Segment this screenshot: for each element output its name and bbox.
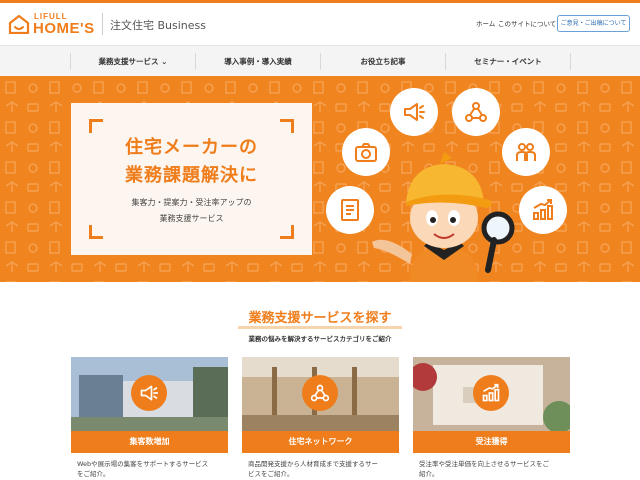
section-title: 業務支援サービスを探す (248, 311, 392, 326)
card-icon-circle (131, 375, 167, 411)
card-label: 受注獲得 (413, 431, 570, 453)
site-header: LIFULL HOME'S 注文住宅 Business ホーム このサイトについ… (0, 3, 640, 45)
growth-chart-icon (482, 383, 500, 402)
megaphone-icon (140, 385, 159, 401)
nav-item-articles[interactable]: お役立ち記事 (321, 46, 445, 77)
section-subtitle: 業務の悩みを解決するサービスカテゴリをご紹介 (248, 335, 392, 343)
card-photo (413, 357, 570, 431)
card-description-line: Webや展示場の集客をサポートするサービス (77, 460, 209, 468)
card-description-line: をご紹介。 (77, 470, 110, 478)
logo-divider (102, 13, 103, 35)
site-logo[interactable]: LIFULL HOME'S (8, 12, 96, 38)
card-description-line: 紹介。 (419, 470, 439, 478)
card-label: 集客数増加 (71, 431, 228, 453)
service-card-order-acquisition[interactable]: 受注獲得 受注率や受注単価を向上させるサービスをご 紹介。 (413, 357, 570, 480)
nav-item-cases[interactable]: 導入事例・導入実績 (196, 46, 320, 77)
bracket-corner (89, 119, 103, 133)
card-description: 受注率や受注単価を向上させるサービスをご 紹介。 (419, 459, 567, 479)
card-description-line: 受注率や受注単価を向上させるサービスをご (419, 460, 549, 468)
hero-title-line2: 業務課題解決に (125, 165, 258, 186)
card-description-line: 商品開発支援から人材育成まで支援するサー (248, 460, 378, 468)
card-icon-circle (302, 375, 338, 411)
nav-divider (570, 53, 571, 70)
nav-item-seminars[interactable]: セミナー・イベント (446, 46, 570, 77)
logo-homes-text: HOME'S (33, 20, 95, 37)
card-description: 商品開発支援から人材育成まで支援するサー ビスをご紹介。 (248, 459, 396, 479)
hero-subtitle-line1: 集客力・提案力・受注率アップの (131, 198, 252, 207)
service-card-customer-acquisition[interactable]: 集客数増加 Webや展示場の集客をサポートするサービス をご紹介。 (71, 357, 228, 480)
mascot-character (372, 152, 515, 282)
nav-item-services[interactable]: 業務支援サービス ⌄ (71, 46, 195, 77)
about-link[interactable]: このサイトについて (498, 18, 556, 28)
document-icon (341, 199, 359, 221)
megaphone-bubble (390, 88, 438, 136)
card-photo (242, 357, 399, 431)
bracket-corner (89, 225, 103, 239)
hero-banner[interactable]: 住宅メーカーの 業務課題解決に 集客力・提案力・受注率アップの 業務支援サービス (0, 76, 640, 282)
card-label: 住宅ネットワーク (242, 431, 399, 453)
main-nav: 業務支援サービス ⌄ 導入事例・導入実績 お役立ち記事 セミナー・イベント (0, 45, 640, 76)
megaphone-icon (404, 103, 425, 121)
growth-chart-bubble (519, 186, 567, 234)
network-icon (310, 384, 330, 402)
card-icon-circle (473, 375, 509, 411)
document-bubble (326, 186, 374, 234)
card-description-line: ビスをご紹介。 (248, 470, 294, 478)
card-photo (71, 357, 228, 431)
service-card-housing-network[interactable]: 住宅ネットワーク 商品開発支援から人材育成まで支援するサー ビスをご紹介。 (242, 357, 399, 480)
growth-chart-icon (533, 199, 553, 220)
hero-text-card: 住宅メーカーの 業務課題解決に 集客力・提案力・受注率アップの 業務支援サービス (71, 103, 312, 255)
bracket-corner (280, 119, 294, 133)
house-logo-icon (8, 14, 30, 34)
hero-title-line1: 住宅メーカーの (125, 137, 258, 158)
network-bubble (452, 88, 500, 136)
contact-button[interactable]: ご意見・ご出稿について (557, 15, 630, 32)
hero-subtitle-line2: 業務支援サービス (159, 214, 224, 223)
section-title-underline (238, 326, 402, 329)
card-description: Webや展示場の集客をサポートするサービス をご紹介。 (77, 459, 225, 479)
network-icon (465, 102, 487, 122)
site-subtitle: 注文住宅 Business (110, 19, 207, 32)
bracket-corner (280, 225, 294, 239)
home-link[interactable]: ホーム (476, 18, 495, 28)
